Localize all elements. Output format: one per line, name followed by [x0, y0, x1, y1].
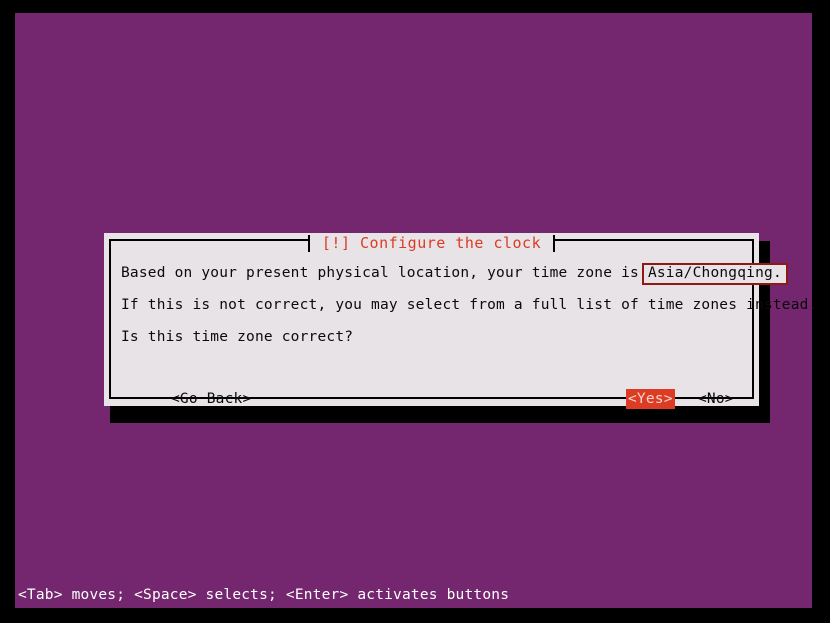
body-spacer-2: [121, 316, 745, 327]
dialog-button-row: <Go Back> <Yes> <No>: [138, 389, 734, 410]
dialog-title: [!] Configure the clock: [307, 233, 556, 254]
dialog-body: Based on your present physical location,…: [121, 262, 818, 409]
confirm-question-line: Is this time zone correct?: [121, 329, 354, 345]
go-back-button[interactable]: <Go Back>: [169, 389, 253, 409]
body-spacer-1: [121, 284, 745, 295]
timezone-statement-prefix: Based on your present physical location,…: [121, 265, 639, 281]
dialog-titlebar: [!] Configure the clock: [104, 233, 759, 254]
installer-canvas: [!] Configure the clock Based on your pr…: [15, 13, 818, 608]
configure-clock-dialog: [!] Configure the clock Based on your pr…: [104, 233, 818, 409]
status-bar: <Tab> moves; <Space> selects; <Enter> ac…: [15, 582, 812, 608]
alternative-list-line: If this is not correct, you may select f…: [121, 297, 818, 313]
keyboard-hint-text: <Tab> moves; <Space> selects; <Enter> ac…: [18, 587, 510, 603]
no-button[interactable]: <No>: [696, 389, 736, 409]
timezone-value: Asia/Chongqing.: [641, 262, 788, 285]
terminal-screen: [!] Configure the clock Based on your pr…: [0, 0, 830, 623]
yes-button[interactable]: <Yes>: [626, 389, 675, 409]
timezone-statement-line: Based on your present physical location,…: [121, 262, 788, 285]
